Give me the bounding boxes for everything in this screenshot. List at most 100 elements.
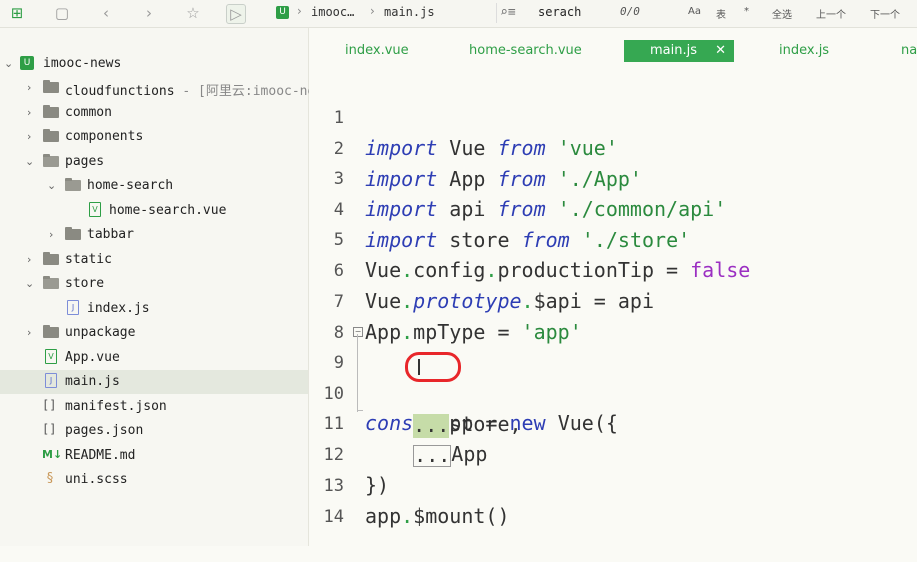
tree-file-app-vue[interactable]: V App.vue bbox=[0, 346, 308, 370]
project-logo-icon: U bbox=[276, 6, 289, 19]
tab-index-vue[interactable]: index.vue bbox=[345, 40, 409, 62]
chevron-down-icon[interactable]: ⌄ bbox=[25, 277, 35, 290]
project-explorer: ⌄ U imooc-news › cloudfunctions - [阿里云:i… bbox=[0, 28, 315, 546]
tree-label: cloudfunctions - [阿里云:imooc-ne bbox=[65, 84, 316, 99]
tree-file-home-search-vue[interactable]: V home-search.vue bbox=[0, 199, 308, 223]
new-file-icon[interactable]: ⊞ bbox=[8, 4, 26, 22]
search-icon: ⌕≡ bbox=[500, 5, 516, 20]
breadcrumb-separator-icon: › bbox=[297, 4, 302, 18]
tab-main-js[interactable]: main.js ✕ bbox=[624, 40, 734, 62]
back-icon[interactable]: ‹ bbox=[97, 4, 115, 22]
folder-icon bbox=[43, 80, 59, 93]
scss-file-icon: § bbox=[46, 471, 54, 486]
code-line: 5 Vue.config.productionTip = false bbox=[309, 195, 917, 282]
star-icon[interactable]: ☆ bbox=[184, 4, 202, 22]
code-line: 13 app.$mount() bbox=[309, 441, 917, 528]
chevron-down-icon[interactable]: ⌄ bbox=[4, 57, 14, 70]
tab-home-search-vue[interactable]: home-search.vue bbox=[469, 40, 582, 62]
code-editor[interactable]: 1 import Vue from 'vue' 2 import App fro… bbox=[309, 64, 917, 546]
chevron-down-icon[interactable]: ⌄ bbox=[25, 155, 35, 168]
tree-folder-components[interactable]: › components bbox=[0, 125, 308, 149]
code-line: 10 ...store, bbox=[309, 349, 917, 438]
run-icon[interactable]: ▷ bbox=[226, 4, 246, 24]
tree-label: components bbox=[65, 129, 144, 144]
project-icon: U bbox=[20, 56, 34, 70]
chevron-down-icon[interactable]: ⌄ bbox=[47, 179, 57, 192]
chevron-right-icon[interactable]: › bbox=[27, 106, 37, 119]
code-line: 14 bbox=[309, 472, 917, 527]
match-case-toggle[interactable]: Aa bbox=[688, 6, 701, 17]
breadcrumb-file[interactable]: main.js bbox=[384, 5, 435, 19]
previous-match-button[interactable]: 上一个 bbox=[816, 6, 846, 21]
tree-label: pages bbox=[65, 154, 105, 169]
json-file-icon: [] bbox=[42, 422, 57, 436]
tree-label: unpackage bbox=[65, 325, 136, 340]
chevron-right-icon[interactable]: › bbox=[49, 228, 59, 241]
next-match-button[interactable]: 下一个 bbox=[870, 6, 900, 21]
js-file-icon: J bbox=[45, 373, 57, 388]
tree-file-main-js[interactable]: J main.js bbox=[0, 370, 308, 394]
whole-word-toggle[interactable]: * bbox=[744, 6, 749, 17]
tree-label: imooc-news bbox=[43, 56, 122, 71]
folder-open-icon bbox=[65, 178, 81, 191]
folder-icon bbox=[43, 105, 59, 118]
code-line: 1 import Vue from 'vue' bbox=[309, 73, 917, 160]
tree-folder-static[interactable]: › static bbox=[0, 248, 308, 272]
tree-folder-store[interactable]: ⌄ store bbox=[0, 272, 308, 296]
tree-project[interactable]: ⌄ U imooc-news bbox=[0, 52, 308, 76]
json-file-icon: [] bbox=[42, 398, 57, 412]
fold-guide bbox=[357, 334, 358, 412]
tree-folder-cloudfunctions[interactable]: › cloudfunctions - [阿里云:imooc-ne bbox=[0, 76, 315, 100]
close-icon[interactable]: ✕ bbox=[715, 40, 726, 62]
tree-file-uni-scss[interactable]: § uni.scss bbox=[0, 468, 308, 492]
tree-file-manifest-json[interactable]: [] manifest.json bbox=[0, 395, 308, 419]
tree-label: manifest.json bbox=[65, 399, 167, 414]
js-file-icon: J bbox=[67, 300, 79, 315]
fold-guide-end bbox=[357, 410, 363, 411]
folder-open-icon bbox=[43, 154, 59, 167]
breadcrumb-project[interactable]: imooc… bbox=[311, 5, 354, 19]
code-text: app.$mount() bbox=[365, 504, 510, 528]
code-line: 8 bbox=[309, 288, 917, 343]
tree-file-index-js[interactable]: J index.js bbox=[0, 297, 308, 321]
tree-label: App.vue bbox=[65, 350, 120, 365]
tab-overflow[interactable]: na bbox=[901, 40, 917, 62]
folder-icon bbox=[43, 129, 59, 142]
tree-label: tabbar bbox=[87, 227, 134, 242]
regex-toggle[interactable]: 表 bbox=[716, 6, 726, 21]
tree-label: home-search.vue bbox=[109, 203, 227, 218]
code-line: 11 ...App bbox=[309, 379, 917, 467]
search-input[interactable]: serach bbox=[538, 5, 581, 19]
tree-file-pages-json[interactable]: [] pages.json bbox=[0, 419, 308, 443]
code-line: 9 − const app = new Vue({ bbox=[309, 318, 917, 435]
tree-label: static bbox=[65, 252, 112, 267]
tree-label: index.js bbox=[87, 301, 150, 316]
tree-folder-pages[interactable]: ⌄ pages bbox=[0, 150, 308, 174]
tree-folder-unpackage[interactable]: › unpackage bbox=[0, 321, 308, 345]
tree-label: pages.json bbox=[65, 423, 144, 438]
select-all-button[interactable]: 全选 bbox=[772, 6, 792, 21]
tree-folder-home-search[interactable]: ⌄ home-search bbox=[0, 174, 308, 198]
folder-open-icon bbox=[43, 276, 59, 289]
forward-icon[interactable]: › bbox=[140, 4, 158, 22]
code-line: 12 }) bbox=[309, 410, 917, 497]
fold-toggle-icon[interactable]: − bbox=[353, 327, 363, 337]
tree-folder-common[interactable]: › common bbox=[0, 101, 308, 125]
chevron-right-icon[interactable]: › bbox=[27, 253, 37, 266]
line-number: 14 bbox=[323, 507, 344, 527]
chevron-right-icon[interactable]: › bbox=[27, 326, 37, 339]
tab-index-js[interactable]: index.js bbox=[779, 40, 829, 62]
code-line: 2 import App from './App' bbox=[309, 104, 917, 191]
vue-file-icon: V bbox=[45, 349, 57, 364]
chevron-right-icon[interactable]: › bbox=[27, 130, 37, 143]
markdown-file-icon: M↓ bbox=[42, 448, 63, 461]
folder-icon bbox=[65, 227, 81, 240]
chevron-right-icon[interactable]: › bbox=[27, 81, 37, 94]
tree-file-readme-md[interactable]: M↓ README.md bbox=[0, 444, 308, 468]
save-icon[interactable]: ▢ bbox=[53, 4, 71, 22]
cloud-provider-note: - [阿里云:imooc-ne bbox=[174, 84, 316, 99]
top-toolbar: ⊞ ▢ ‹ › ☆ ▷ U › imooc… › main.js ⌕≡ sera… bbox=[0, 0, 917, 28]
code-line: 4 import store from './store' bbox=[309, 165, 917, 252]
breadcrumb-separator-icon: › bbox=[370, 4, 375, 18]
tree-folder-tabbar[interactable]: › tabbar bbox=[0, 223, 308, 247]
